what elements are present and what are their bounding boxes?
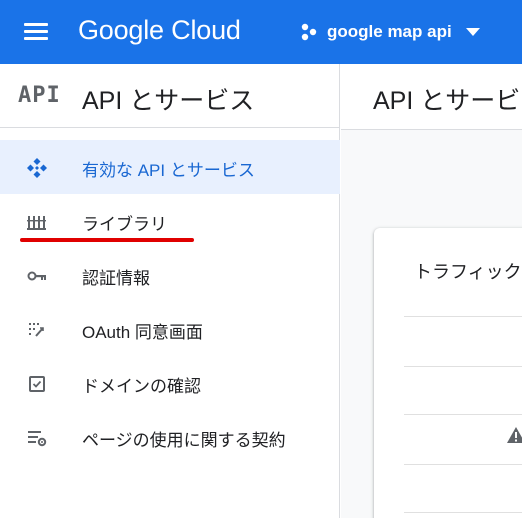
sidebar-item-label: 有効な API とサービス [82,161,255,180]
library-icon [27,216,46,230]
sidebar-item-domain-verification[interactable]: ドメインの確認 [0,356,340,410]
project-selector[interactable]: google map api [298,18,480,46]
sidebar-item-enabled-apis[interactable]: 有効な API とサービス [0,140,340,194]
sidebar-item-oauth-consent[interactable]: OAuth 同意画面 [0,302,340,356]
project-name: google map api [327,22,452,41]
sidebar-item-label: ページの使用に関する契約 [82,431,286,450]
card-title: トラフィック [414,262,522,282]
api-hub-icon [27,158,47,178]
warning-icon [507,427,522,443]
main-header: API とサービス [341,64,522,130]
key-icon [27,271,46,281]
divider [404,464,522,465]
sidebar-item-page-usage-agreements[interactable]: ページの使用に関する契約 [0,410,340,464]
chevron-down-icon [465,28,480,36]
sidebar-item-label: ドメインの確認 [82,377,201,396]
api-badge: API [18,83,61,108]
divider [404,366,522,367]
sidebar-item-label: 認証情報 [82,269,150,288]
page-title: API とサービス [373,87,522,115]
divider [404,316,522,317]
divider [404,414,522,415]
divider [404,512,522,513]
menu-icon[interactable] [24,21,50,43]
top-app-bar: Google Cloud google map api [0,0,522,64]
sidebar-item-label: ライブラリ [82,215,167,234]
traffic-card: トラフィック [374,228,522,518]
main-content: トラフィック [341,130,522,518]
sidebar-item-label: OAuth 同意画面 [82,323,203,342]
sidebar-header: API API とサービス [0,64,340,128]
oauth-consent-icon [29,323,44,337]
sidebar-title: API とサービス [82,87,255,115]
annotation-underline [20,238,194,242]
sidebar-item-credentials[interactable]: 認証情報 [0,248,340,302]
settings-list-icon [28,431,47,447]
project-icon [301,23,317,41]
sidebar: API API とサービス 有効な API とサービス ライブラリ 認証情報 O… [0,64,340,518]
checkbox-icon [29,376,45,392]
google-cloud-logo[interactable]: Google Cloud [78,15,241,46]
